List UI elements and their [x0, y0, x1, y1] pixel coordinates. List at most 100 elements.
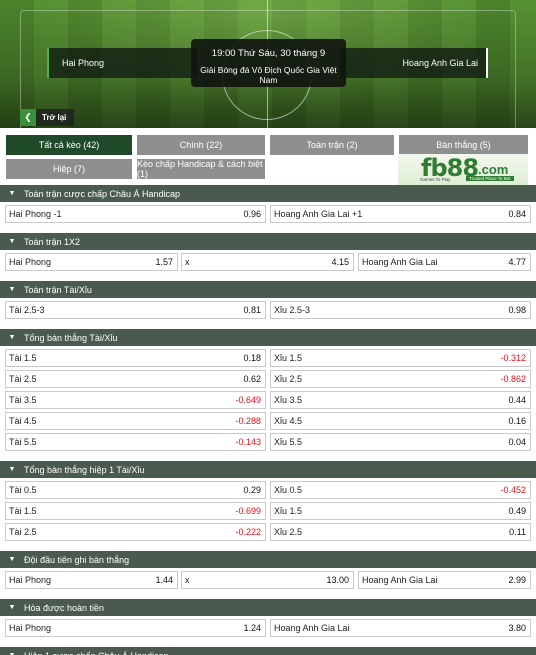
odds-row: Tài 2.5 0.62 Xỉu 2.5 -0.862	[0, 369, 536, 390]
market-section-header[interactable]: ▼ Tổng bàn thắng Tài/Xỉu	[0, 329, 536, 346]
odds-row: Tài 3.5 -0.649 Xỉu 3.5 0.44	[0, 390, 536, 411]
market-section-header[interactable]: ▼ Toàn trận cược chấp Châu Á Handicap	[0, 185, 536, 202]
collapse-arrow-icon[interactable]: ▼	[0, 466, 24, 473]
odds-row: Hai Phong -1 0.96 Hoang Anh Gia Lai +1 0.84	[0, 204, 536, 225]
odds-value: -0.288	[235, 416, 261, 426]
fb88-tagline-badge: Trusted Place To Bet	[466, 176, 514, 181]
odds-cell[interactable]: Xỉu 0.5 -0.452	[270, 481, 531, 499]
odds-row: Tài 2.5 -0.222 Xỉu 2.5 0.11	[0, 522, 536, 543]
odds-value: -0.699	[235, 506, 261, 516]
odds-value: 0.62	[243, 374, 261, 384]
odds-cell[interactable]: Xỉu 1.5 0.49	[270, 502, 531, 520]
odds-cell[interactable]: Hoang Anh Gia Lai 2.99	[358, 571, 531, 589]
odds-value: 1.57	[155, 257, 173, 267]
selection-label: x	[185, 257, 190, 267]
away-team-name: Hoang Anh Gia Lai	[402, 58, 478, 68]
selection-label: Hoang Anh Gia Lai +1	[274, 209, 363, 219]
odds-cell[interactable]: x 13.00	[181, 571, 354, 589]
odds-cell[interactable]: Hoang Anh Gia Lai 4.77	[358, 253, 531, 271]
collapse-arrow-icon[interactable]: ▼	[0, 334, 24, 341]
tab-half[interactable]: Hiệp (7)	[6, 159, 132, 179]
odds-cell[interactable]: Tài 1.5 -0.699	[5, 502, 266, 520]
odds-cell[interactable]: Hai Phong -1 0.96	[5, 205, 266, 223]
selection-label: Tài 1.5	[9, 353, 37, 363]
back-label[interactable]: Trở lại	[36, 113, 74, 122]
odds-cell[interactable]: Xỉu 5.5 0.04	[270, 433, 531, 451]
odds-row: Hai Phong 1.44 x 13.00 Hoang Anh Gia Lai 2.99	[0, 570, 536, 591]
market-section-header[interactable]: ▼ Đội đầu tiên ghi bàn thắng	[0, 551, 536, 568]
market-section-header[interactable]: ▼ Toàn trận 1X2	[0, 233, 536, 250]
tab-handicap-margin[interactable]: Kèo chấp Handicap & cách biệt (1)	[137, 159, 265, 179]
market-section-header[interactable]: ▼ Toàn trận Tài/Xỉu	[0, 281, 536, 298]
market-section-header[interactable]: ▼ Hòa được hoàn tiền	[0, 599, 536, 616]
selection-label: Tài 1.5	[9, 506, 37, 516]
odds-value: 0.04	[508, 437, 526, 447]
odds-value: 0.18	[243, 353, 261, 363]
odds-cell[interactable]: Hai Phong 1.24	[5, 619, 266, 637]
odds-cell[interactable]: Xỉu 3.5 0.44	[270, 391, 531, 409]
collapse-arrow-icon[interactable]: ▼	[0, 286, 24, 293]
odds-cell[interactable]: Tài 5.5 -0.143	[5, 433, 266, 451]
odds-value: 0.81	[243, 305, 261, 315]
collapse-arrow-icon[interactable]: ▼	[0, 556, 24, 563]
odds-value: 0.29	[243, 485, 261, 495]
fb88-banner[interactable]: fb88 .com Games To Play Trusted Place To…	[398, 154, 528, 185]
odds-value: 4.77	[508, 257, 526, 267]
market-title: Hòa được hoàn tiền	[24, 602, 104, 613]
tab-full-match[interactable]: Toàn trận (2)	[270, 135, 394, 155]
market-title: Toàn trận Tài/Xỉu	[24, 284, 92, 295]
selection-label: Xỉu 1.5	[274, 506, 303, 516]
odds-row: Tài 1.5 -0.699 Xỉu 1.5 0.49	[0, 501, 536, 522]
odds-cell[interactable]: Xỉu 2.5 0.11	[270, 523, 531, 541]
market-section-header[interactable]: ▼ Tổng bàn thắng hiệp 1 Tài/Xỉu	[0, 461, 536, 478]
odds-value: 1.44	[155, 575, 173, 585]
odds-cell[interactable]: Xỉu 2.5 -0.862	[270, 370, 531, 388]
tab-goals[interactable]: Bàn thắng (5)	[399, 135, 528, 155]
back-button[interactable]: ❮ Trở lại	[20, 109, 75, 126]
odds-value: 0.96	[243, 209, 261, 219]
tab-all[interactable]: Tất cả kèo (42)	[6, 135, 132, 155]
selection-label: Hoang Anh Gia Lai	[362, 257, 438, 267]
odds-cell[interactable]: Hai Phong 1.44	[5, 571, 178, 589]
odds-cell[interactable]: Tài 3.5 -0.649	[5, 391, 266, 409]
market-title: Hiệp 1 cược chấp Châu Á Handicap	[24, 651, 169, 655]
odds-cell[interactable]: Xỉu 1.5 -0.312	[270, 349, 531, 367]
odds-cell[interactable]: Tài 1.5 0.18	[5, 349, 266, 367]
collapse-arrow-icon[interactable]: ▼	[0, 190, 24, 197]
selection-label: Xỉu 0.5	[274, 485, 303, 495]
selection-label: Hoang Anh Gia Lai	[274, 623, 350, 633]
odds-value: 0.44	[508, 395, 526, 405]
odds-value: 13.00	[326, 575, 349, 585]
odds-cell[interactable]: Tài 0.5 0.29	[5, 481, 266, 499]
odds-value: -0.222	[235, 527, 261, 537]
selection-label: Xỉu 4.5	[274, 416, 303, 426]
odds-cell[interactable]: x 4.15	[181, 253, 354, 271]
odds-cell[interactable]: Hai Phong 1.57	[5, 253, 178, 271]
odds-cell[interactable]: Tài 2.5 -0.222	[5, 523, 266, 541]
odds-cell[interactable]: Tài 2.5-3 0.81	[5, 301, 266, 319]
league-name: Giải Bóng đá Vô Địch Quốc Gia Việt Nam	[200, 65, 337, 85]
chevron-left-icon[interactable]: ❮	[20, 109, 36, 126]
odds-value: 2.99	[508, 575, 526, 585]
market-title: Tổng bàn thắng hiệp 1 Tài/Xỉu	[24, 464, 145, 475]
home-team: Hai Phong	[47, 48, 197, 78]
odds-value: 0.98	[508, 305, 526, 315]
collapse-arrow-icon[interactable]: ▼	[0, 238, 24, 245]
selection-label: Xỉu 2.5	[274, 374, 303, 384]
match-time: 19:00 Thứ Sáu, 30 tháng 9	[211, 48, 326, 59]
odds-row: Tài 1.5 0.18 Xỉu 1.5 -0.312	[0, 348, 536, 369]
odds-cell[interactable]: Tài 2.5 0.62	[5, 370, 266, 388]
odds-cell[interactable]: Xỉu 2.5-3 0.98	[270, 301, 531, 319]
selection-label: Hoang Anh Gia Lai	[362, 575, 438, 585]
odds-cell[interactable]: Hoang Anh Gia Lai 3.80	[270, 619, 531, 637]
odds-cell[interactable]: Tài 4.5 -0.288	[5, 412, 266, 430]
market-section-header[interactable]: ▼Hiệp 1 cược chấp Châu Á Handicap	[0, 647, 536, 655]
odds-cell[interactable]: Hoang Anh Gia Lai +1 0.84	[270, 205, 531, 223]
tab-main[interactable]: Chính (22)	[137, 135, 265, 155]
selection-label: Tài 0.5	[9, 485, 37, 495]
selection-label: Tài 4.5	[9, 416, 37, 426]
collapse-arrow-icon[interactable]: ▼	[0, 604, 24, 611]
odds-cell[interactable]: Xỉu 4.5 0.16	[270, 412, 531, 430]
odds-row: Tài 2.5-3 0.81 Xỉu 2.5-3 0.98	[0, 300, 536, 321]
odds-value: 0.16	[508, 416, 526, 426]
